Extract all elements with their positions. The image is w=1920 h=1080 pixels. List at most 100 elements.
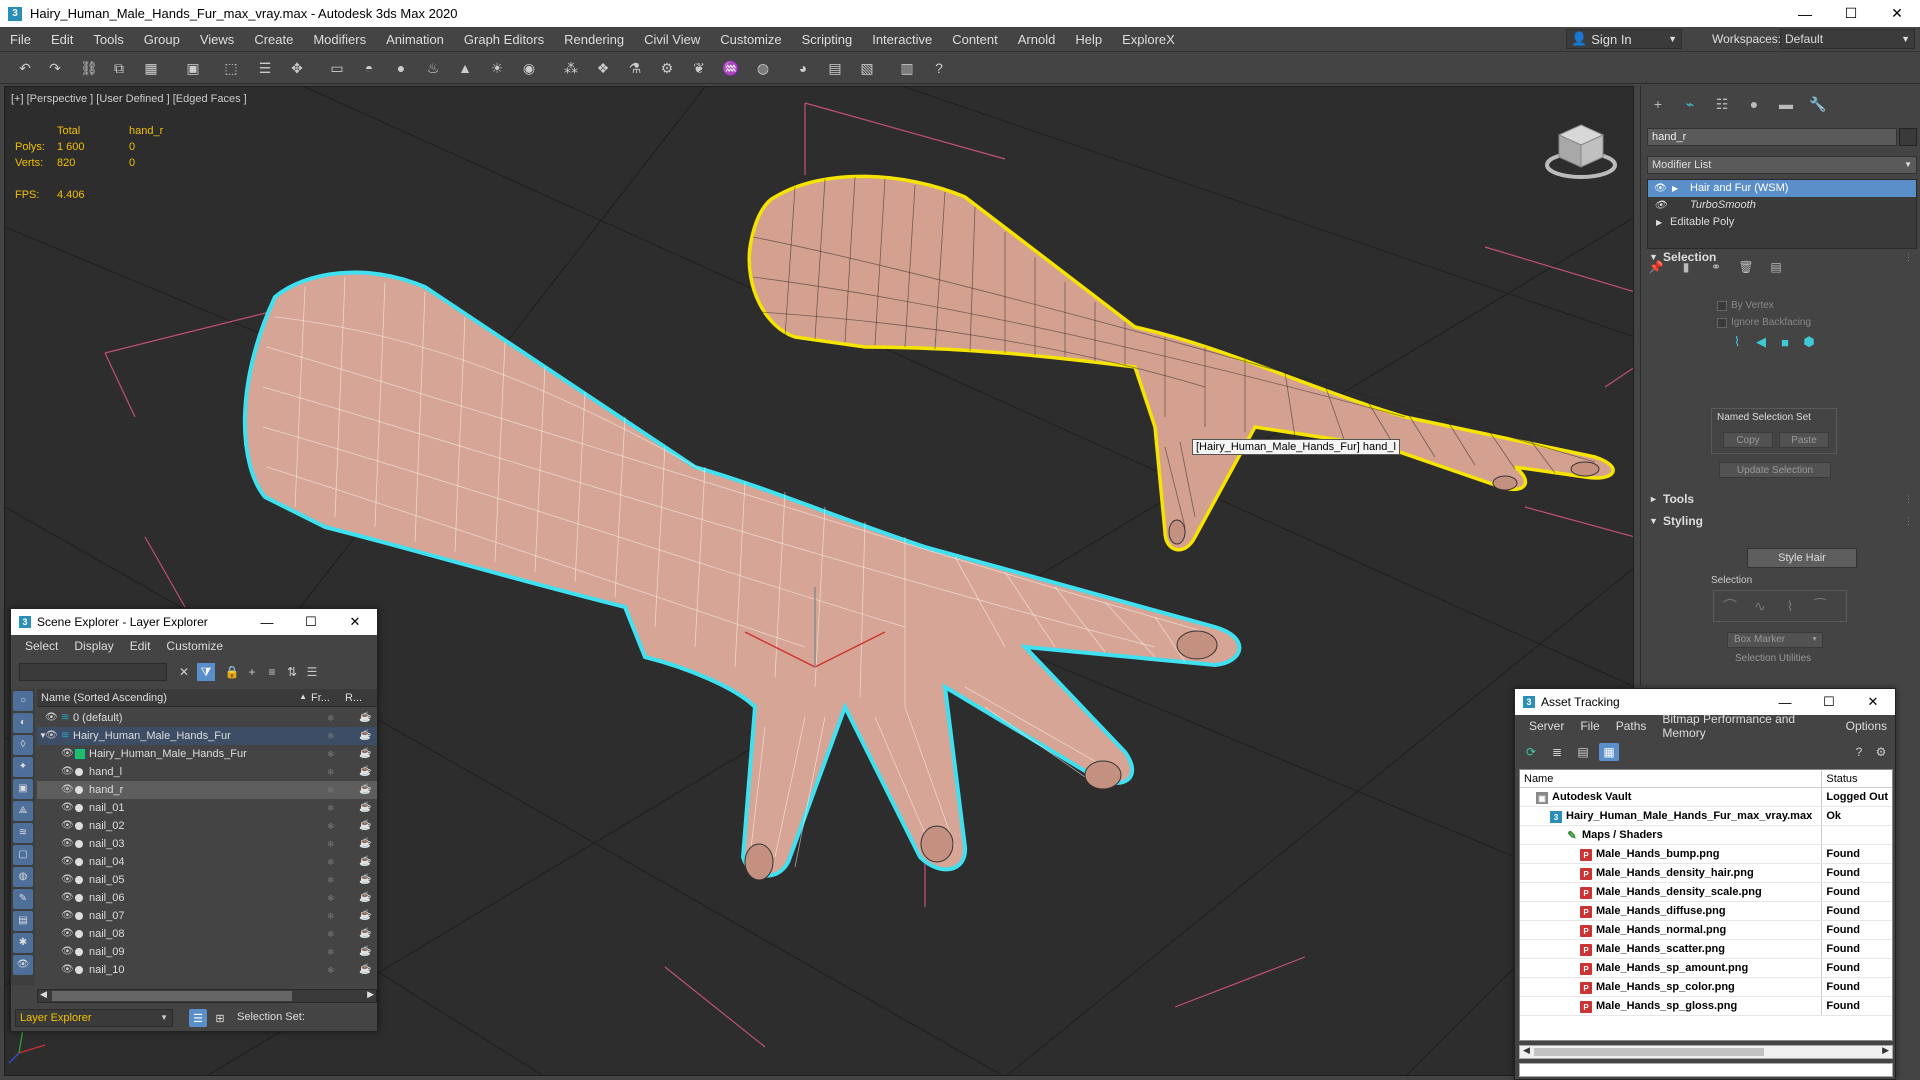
menu-content[interactable]: Content xyxy=(942,32,1008,47)
object-name-field[interactable]: hand_r xyxy=(1647,128,1897,146)
close-button[interactable]: ✕ xyxy=(1874,0,1920,27)
freeze-icon[interactable]: ❄ xyxy=(327,745,335,763)
scroll-right-icon[interactable]: ▶ xyxy=(1882,1045,1889,1056)
eye-icon[interactable]: 👁 xyxy=(1654,180,1667,197)
link-icon[interactable]: ⛓ xyxy=(78,57,100,79)
asset-row[interactable]: 3 Hairy_Human_Male_Hands_Fur_max_vray.max… xyxy=(1520,807,1892,826)
asset-hscrollbar[interactable]: ◀ ▶ xyxy=(1519,1045,1893,1059)
renderable-icon[interactable]: ☕ xyxy=(359,943,371,961)
column-name-header[interactable]: Name (Sorted Ascending) ▲ xyxy=(37,692,311,704)
tree-row[interactable]: 👁 hand_r ❄ ☕ xyxy=(37,781,377,799)
utilities-tab-icon[interactable]: 🔧 xyxy=(1807,94,1829,114)
redo-icon[interactable]: ↷ xyxy=(44,57,66,79)
display-none-icon[interactable]: ○ xyxy=(13,691,33,711)
eye-icon[interactable]: 👁 xyxy=(61,799,74,817)
filter-icon[interactable]: ⧩ xyxy=(197,663,215,681)
nail-06-mesh[interactable] xyxy=(1492,475,1518,491)
freeze-icon[interactable]: ❄ xyxy=(327,853,335,871)
scroll-thumb[interactable] xyxy=(52,991,292,1001)
hair-icon[interactable]: ❦ xyxy=(688,57,710,79)
add-to-layer-icon[interactable]: ≡ xyxy=(263,663,281,681)
menu-graph-editors[interactable]: Graph Editors xyxy=(454,32,554,47)
freeze-icon[interactable]: ❄ xyxy=(327,943,335,961)
menu-animation[interactable]: Animation xyxy=(376,32,454,47)
select-vertices-icon[interactable]: ⌇ xyxy=(1778,595,1802,617)
tree-row[interactable]: 👁 nail_06 ❄ ☕ xyxy=(37,889,377,907)
menu-scripting[interactable]: Scripting xyxy=(792,32,863,47)
geosphere-icon[interactable]: ● xyxy=(390,57,412,79)
tree-row[interactable]: 👁 nail_05 ❄ ☕ xyxy=(37,871,377,889)
tree-row[interactable]: 👁 nail_03 ❄ ☕ xyxy=(37,835,377,853)
display-tab-icon[interactable]: ▬ xyxy=(1775,94,1797,114)
hand-l-mesh[interactable] xyxy=(747,174,1615,552)
unlink-icon[interactable]: ⧉ xyxy=(108,57,130,79)
scroll-thumb[interactable] xyxy=(1534,1048,1764,1056)
display-all-icon[interactable]: ✱ xyxy=(13,933,33,953)
list-view-icon[interactable]: ≣ xyxy=(1547,743,1567,761)
tools-rollout-header[interactable]: ► Tools ⋮ xyxy=(1647,490,1917,508)
menu-edit[interactable]: Edit xyxy=(41,32,83,47)
renderable-icon[interactable]: ☕ xyxy=(359,817,371,835)
menu-file[interactable]: File xyxy=(0,32,41,47)
freeze-icon[interactable]: ❄ xyxy=(327,799,335,817)
scroll-left-icon[interactable]: ◀ xyxy=(1523,1045,1530,1056)
modify-tab-icon[interactable]: ⌁ xyxy=(1679,94,1701,114)
menu-group[interactable]: Group xyxy=(134,32,190,47)
tree-row[interactable]: 👁 nail_04 ❄ ☕ xyxy=(37,853,377,871)
workspaces-dropdown[interactable]: Default ▼ xyxy=(1780,29,1915,49)
tree-row[interactable]: 👁 nail_09 ❄ ☕ xyxy=(37,943,377,961)
eye-icon[interactable]: 👁 xyxy=(61,961,74,979)
asset-row[interactable]: P Male_Hands_normal.png Found xyxy=(1520,921,1892,940)
sort-by-layer-icon[interactable]: ☰ xyxy=(189,1009,207,1027)
paste-button[interactable]: Paste xyxy=(1779,432,1829,448)
nail-05-mesh[interactable] xyxy=(1570,461,1600,477)
se-menu-customize[interactable]: Customize xyxy=(158,639,231,653)
display-warps-icon[interactable]: ≋ xyxy=(13,823,33,843)
styling-rollout-header[interactable]: ▼ Styling ⋮ xyxy=(1647,512,1917,530)
tree-row[interactable]: 👁 nail_01 ❄ ☕ xyxy=(37,799,377,817)
cloth-icon[interactable]: ⚗ xyxy=(624,57,646,79)
display-geometry-icon[interactable]: ◐ xyxy=(13,713,33,733)
eye-icon[interactable]: 👁 xyxy=(61,925,74,943)
renderable-icon[interactable]: ☕ xyxy=(359,871,371,889)
menu-modifiers[interactable]: Modifiers xyxy=(303,32,376,47)
menu-arnold[interactable]: Arnold xyxy=(1008,32,1066,47)
column-freeze-header[interactable]: Fr... xyxy=(311,692,345,704)
menu-explorex[interactable]: ExploreX xyxy=(1112,32,1185,47)
renderable-icon[interactable]: ☕ xyxy=(359,727,371,745)
column-name-header[interactable]: Name xyxy=(1520,770,1823,787)
menu-customize[interactable]: Customize xyxy=(710,32,791,47)
explorer-type-dropdown[interactable]: Layer Explorer ▼ xyxy=(15,1009,173,1027)
light-icon[interactable]: ☀ xyxy=(486,57,508,79)
help-icon[interactable]: ? xyxy=(1849,743,1869,761)
scene-explorer-hscrollbar[interactable]: ◀ ▶ xyxy=(37,989,377,1003)
element-select-icon[interactable]: ⬢ xyxy=(1799,332,1819,352)
close-button[interactable]: ✕ xyxy=(1851,689,1895,715)
freeze-icon[interactable]: ❄ xyxy=(327,871,335,889)
asset-row[interactable]: P Male_Hands_density_scale.png Found xyxy=(1520,883,1892,902)
column-status-header[interactable]: Status xyxy=(1822,770,1892,787)
checkbox-box[interactable] xyxy=(1717,317,1727,328)
modifier-hair-and-fur[interactable]: 👁 ▶ Hair and Fur (WSM) xyxy=(1648,180,1916,197)
eye-icon[interactable]: 👁 xyxy=(61,817,74,835)
display-shapes-icon[interactable]: ◊ xyxy=(13,735,33,755)
select-root-icon[interactable]: ⁀ xyxy=(1808,595,1832,617)
box-marker-dropdown[interactable]: Box Marker ▼ xyxy=(1727,632,1823,648)
eye-icon[interactable]: 👁 xyxy=(45,727,58,745)
select-object-icon[interactable]: ⬚ xyxy=(220,57,242,79)
renderable-icon[interactable]: ☕ xyxy=(359,925,371,943)
asset-row[interactable]: ✎ Maps / Shaders xyxy=(1520,826,1892,845)
tree-row[interactable]: 👁 nail_02 ❄ ☕ xyxy=(37,817,377,835)
freeze-icon[interactable]: ❄ xyxy=(327,727,335,745)
freeze-icon[interactable]: ❄ xyxy=(327,907,335,925)
select-by-name-icon[interactable]: ☰ xyxy=(254,57,276,79)
eye-icon[interactable]: 👁 xyxy=(1654,197,1667,214)
menu-create[interactable]: Create xyxy=(244,32,303,47)
shader-ball-icon[interactable]: ◍ xyxy=(752,57,774,79)
renderable-icon[interactable]: ☕ xyxy=(359,889,371,907)
sign-in-dropdown[interactable]: 👤 Sign In ▼ xyxy=(1566,29,1682,49)
select-whole-strand-icon[interactable]: ∿ xyxy=(1748,595,1772,617)
viewcube-icon[interactable] xyxy=(1543,119,1619,183)
sort-by-hierarchy-icon[interactable]: ⊞ xyxy=(211,1009,229,1027)
freeze-icon[interactable]: ❄ xyxy=(327,709,335,727)
